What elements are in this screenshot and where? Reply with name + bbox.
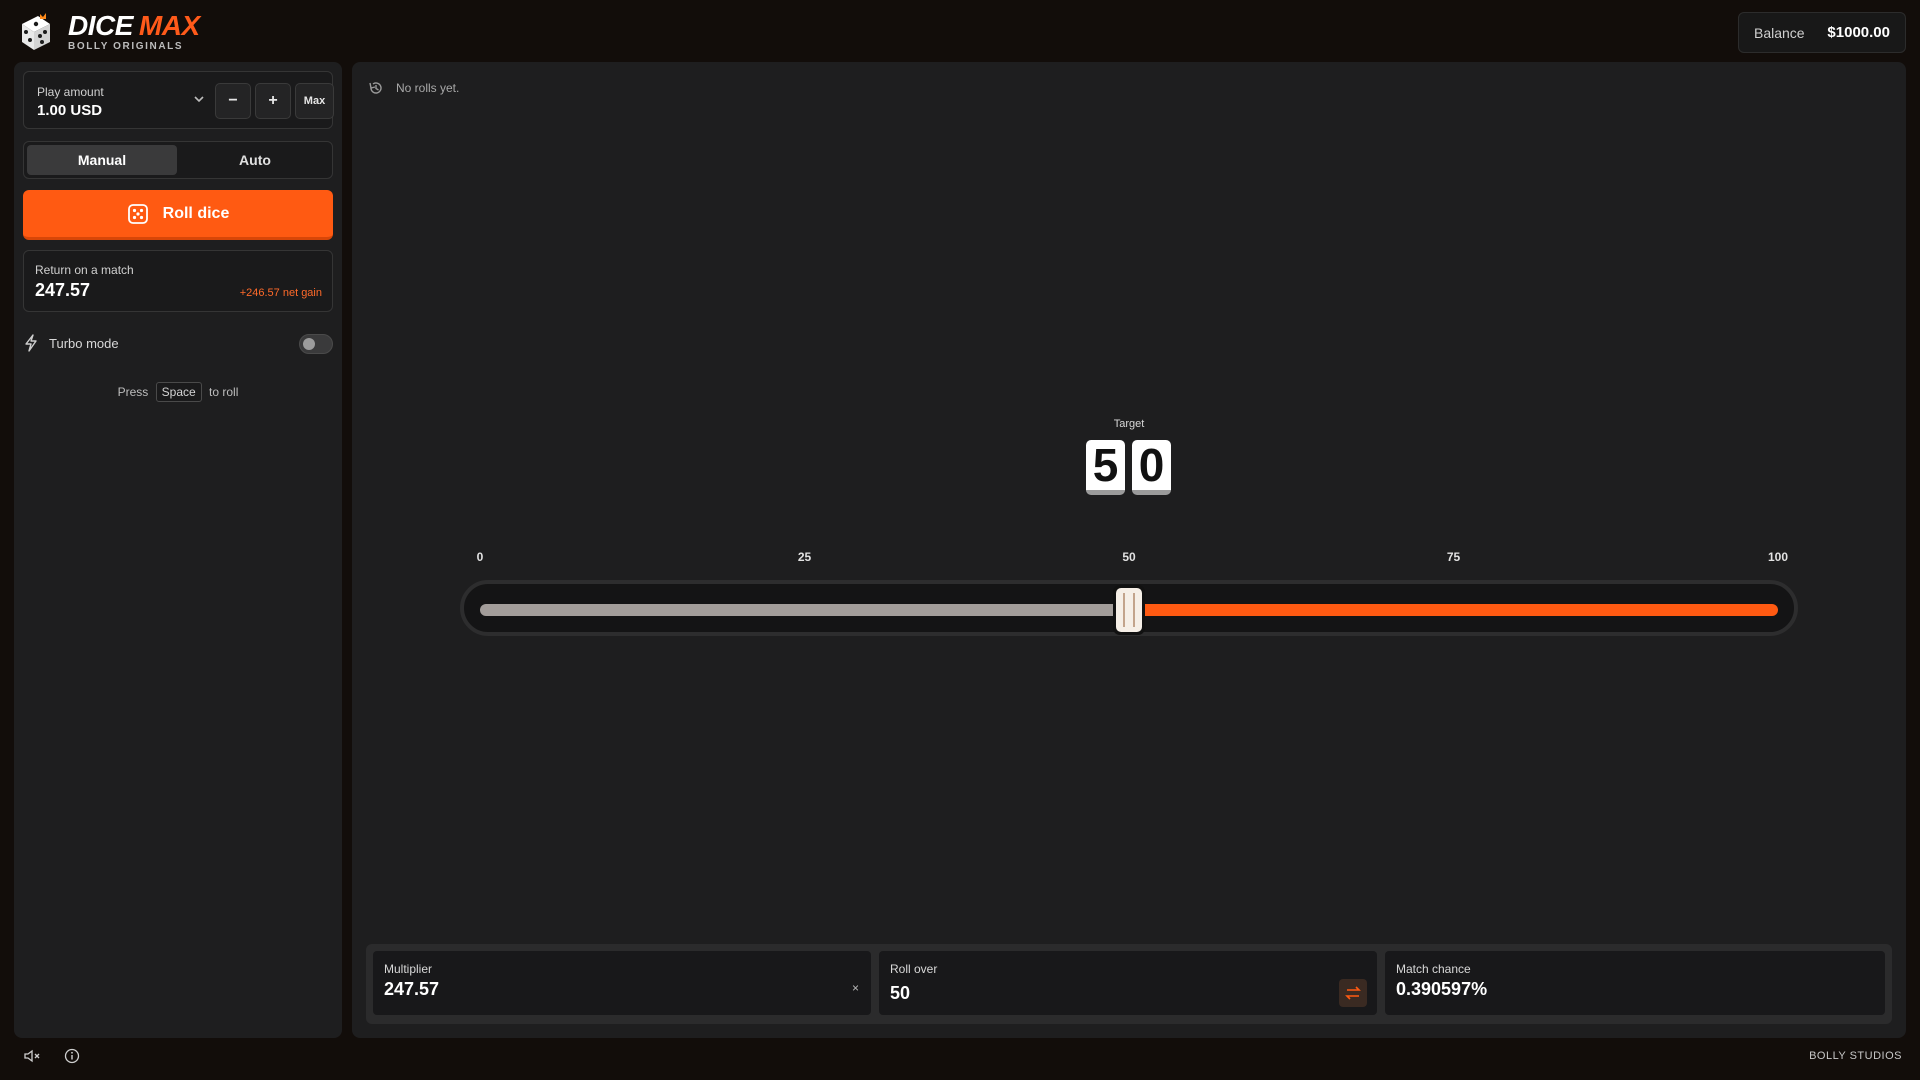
mode-toggle: Manual Auto <box>23 141 333 179</box>
multiplier-suffix: × <box>851 981 859 995</box>
match-chance-input[interactable]: 0.390597% <box>1396 979 1487 1000</box>
stats-bar: Multiplier 247.57 × Roll over 50 Match c… <box>366 944 1892 1024</box>
mute-icon[interactable] <box>24 1048 42 1064</box>
header: DICE MAX BOLLY ORIGINALS Balance $1000.00 <box>0 0 1920 62</box>
hint-key: Space <box>155 382 202 402</box>
logo-title-dice: DICE <box>68 10 133 41</box>
history-icon[interactable] <box>368 80 384 96</box>
roll-over-label: Roll over <box>890 962 938 976</box>
hint-press: Press <box>117 385 149 399</box>
roll-history: No rolls yet. <box>368 80 459 96</box>
multiplier-input[interactable]: 247.57 <box>384 979 439 1000</box>
multiplier-label: Multiplier <box>384 962 433 976</box>
max-amount-button[interactable]: Max <box>295 83 334 119</box>
tab-manual[interactable]: Manual <box>27 145 177 175</box>
slider-tick-label: 0 <box>476 550 484 564</box>
slider-handle[interactable] <box>1113 585 1145 635</box>
info-icon[interactable] <box>64 1048 80 1064</box>
tab-auto[interactable]: Auto <box>180 145 330 175</box>
chevron-down-icon[interactable] <box>192 92 206 106</box>
roll-dice-label: Roll dice <box>162 204 230 222</box>
slider-lose-range <box>480 604 1129 616</box>
target-label: Target <box>1113 418 1145 430</box>
slider-win-range <box>1129 604 1778 616</box>
slider-tick-label: 75 <box>1446 550 1461 564</box>
slider-handle-grip <box>1116 588 1142 632</box>
balance-label: Balance <box>1754 24 1805 41</box>
net-gain: +246.57 net gain <box>239 287 322 299</box>
target-digit: 5 <box>1086 439 1125 495</box>
swap-direction-button[interactable] <box>1339 979 1367 1007</box>
toggle-knob <box>303 338 315 350</box>
multiplier-box[interactable]: Multiplier 247.57 × <box>373 951 871 1015</box>
return-label: Return on a match <box>35 263 134 277</box>
hint-after: to roll <box>209 385 239 399</box>
dice-icon <box>127 203 148 224</box>
dice-logo-icon <box>22 13 50 50</box>
play-amount-input[interactable]: 1.00 USD <box>37 102 102 119</box>
footer-brand: BOLLY STUDIOS <box>1809 1050 1902 1062</box>
logo-subtitle: BOLLY ORIGINALS <box>68 41 184 52</box>
match-chance-box[interactable]: Match chance 0.390597% <box>1385 951 1885 1015</box>
match-chance-label: Match chance <box>1396 962 1471 976</box>
slider-tick-label: 50 <box>1122 550 1136 564</box>
play-amount-box: Play amount 1.00 USD − + Max <box>23 71 334 129</box>
return-on-match-box: Return on a match 247.57 +246.57 net gai… <box>23 250 333 312</box>
roll-dice-button[interactable]: Roll dice <box>23 190 333 240</box>
slider-tick-label: 25 <box>797 550 812 564</box>
turbo-mode-toggle[interactable] <box>299 334 333 354</box>
play-amount-label: Play amount <box>37 85 104 99</box>
history-empty-text: No rolls yet. <box>396 81 460 95</box>
lightning-icon <box>25 334 37 352</box>
target-digit: 0 <box>1132 439 1171 495</box>
decrease-amount-button[interactable]: − <box>215 83 251 119</box>
balance-display: Balance $1000.00 <box>1738 12 1906 53</box>
increase-amount-button[interactable]: + <box>255 83 291 119</box>
slider-scale: 0 25 50 75 100 <box>352 550 1906 566</box>
app-root: DICE MAX BOLLY ORIGINALS Balance $1000.00… <box>0 0 1920 1080</box>
roll-over-box[interactable]: Roll over 50 <box>879 951 1377 1015</box>
target-display: 5 0 <box>1086 439 1178 495</box>
game-panel: No rolls yet. Target 5 0 0 25 50 75 100 … <box>352 62 1906 1038</box>
swap-icon <box>1345 986 1361 1000</box>
return-value: 247.57 <box>35 280 91 300</box>
keyboard-hint: Press Space to roll <box>14 382 342 402</box>
slider-tick-label: 100 <box>1767 550 1789 564</box>
balance-value: $1000.00 <box>1827 24 1890 41</box>
bet-panel: Play amount 1.00 USD − + Max Manual Auto… <box>14 62 342 1038</box>
logo[interactable]: DICE MAX BOLLY ORIGINALS <box>16 12 200 52</box>
turbo-mode-label: Turbo mode <box>49 336 119 351</box>
target-slider[interactable] <box>460 580 1798 636</box>
roll-over-input[interactable]: 50 <box>890 983 910 1004</box>
logo-title-max: MAX <box>138 10 200 41</box>
turbo-mode-row: Turbo mode <box>23 332 333 358</box>
